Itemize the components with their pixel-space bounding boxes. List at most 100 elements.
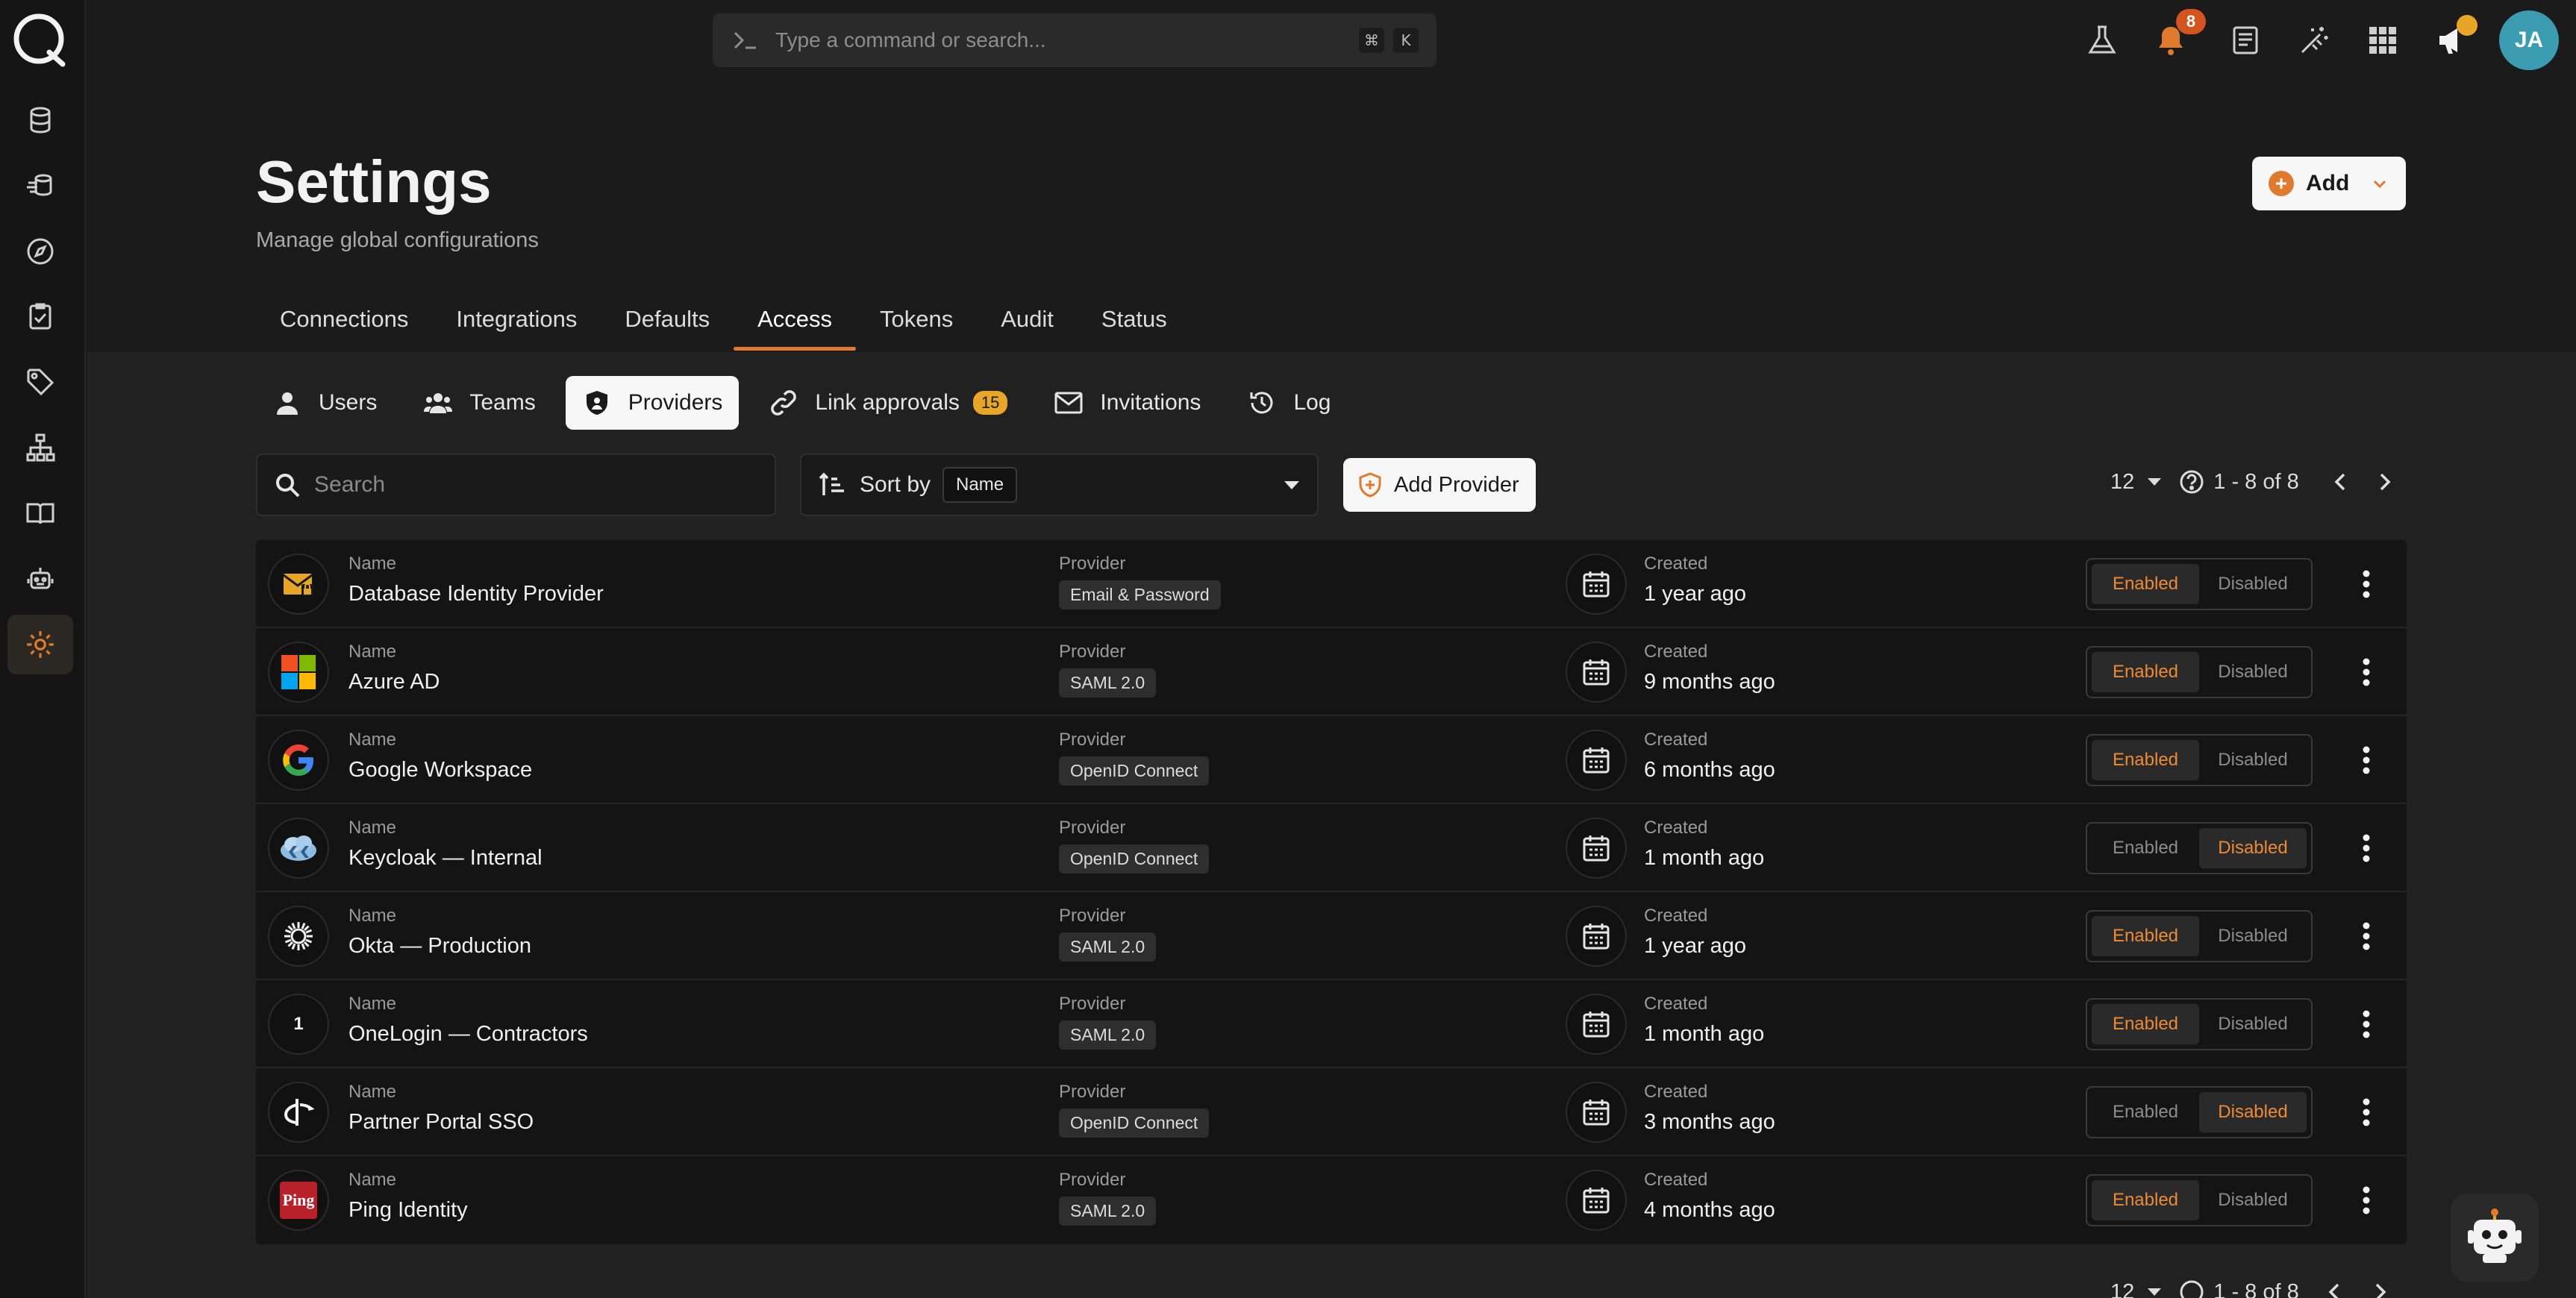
subtab-teams[interactable]: Teams bbox=[407, 376, 551, 430]
tab-defaults[interactable]: Defaults bbox=[601, 291, 734, 351]
subtab-providers[interactable]: Providers bbox=[565, 376, 740, 430]
table-row[interactable]: Name Google Workspace Provider OpenID Co… bbox=[256, 716, 2407, 804]
tab-status[interactable]: Status bbox=[1078, 291, 1191, 351]
tab-access[interactable]: Access bbox=[734, 291, 856, 351]
disabled-option[interactable]: Disabled bbox=[2199, 1180, 2307, 1220]
sidebar-item-pipelines[interactable] bbox=[7, 156, 73, 216]
add-provider-button[interactable]: Add Provider bbox=[1343, 458, 1536, 512]
settings-tabs: Connections Integrations Defaults Access… bbox=[256, 291, 1191, 351]
sidebar-item-explore[interactable] bbox=[7, 222, 73, 281]
provider-name: Google Workspace bbox=[348, 758, 533, 782]
gear-icon bbox=[25, 629, 56, 660]
enabled-option[interactable]: Enabled bbox=[2092, 652, 2199, 692]
calendar-icon bbox=[1566, 730, 1627, 791]
tab-connections[interactable]: Connections bbox=[256, 291, 432, 351]
created-label: Created bbox=[1644, 1082, 1708, 1102]
magic-wand-icon[interactable] bbox=[2296, 22, 2332, 58]
subtab-users[interactable]: Users bbox=[256, 376, 393, 430]
more-vertical-icon[interactable] bbox=[2348, 830, 2384, 866]
tab-tokens[interactable]: Tokens bbox=[856, 291, 977, 351]
sidebar-item-bots[interactable] bbox=[7, 549, 73, 609]
enabled-option[interactable]: Enabled bbox=[2092, 1092, 2199, 1132]
table-row[interactable]: Name Database Identity Provider Provider… bbox=[256, 540, 2407, 628]
table-row[interactable]: Name Azure AD Provider SAML 2.0 Created … bbox=[256, 628, 2407, 716]
enabled-option[interactable]: Enabled bbox=[2092, 1180, 2199, 1220]
page-range: 1 - 8 of 8 bbox=[2213, 1279, 2299, 1298]
search-input[interactable]: Search bbox=[256, 454, 776, 516]
disabled-option[interactable]: Disabled bbox=[2199, 652, 2307, 692]
user-avatar[interactable]: JA bbox=[2499, 10, 2559, 70]
enabled-option[interactable]: Enabled bbox=[2092, 564, 2199, 604]
disabled-option[interactable]: Disabled bbox=[2199, 564, 2307, 604]
ping-logo-text: Ping bbox=[282, 1191, 315, 1209]
enabled-option[interactable]: Enabled bbox=[2092, 1004, 2199, 1044]
disabled-option[interactable]: Disabled bbox=[2199, 1004, 2307, 1044]
subtab-label: Teams bbox=[469, 390, 536, 415]
chevron-right-icon[interactable] bbox=[2371, 1282, 2389, 1298]
chevron-left-icon[interactable] bbox=[2326, 467, 2356, 497]
more-vertical-icon[interactable] bbox=[2348, 742, 2384, 778]
enabled-option[interactable]: Enabled bbox=[2092, 916, 2199, 956]
sidebar-item-docs[interactable] bbox=[7, 483, 73, 543]
apps-grid-icon[interactable] bbox=[2365, 22, 2401, 58]
disabled-option[interactable]: Disabled bbox=[2199, 916, 2307, 956]
terminal-icon bbox=[731, 25, 760, 55]
pagination: 12 1 - 8 of 8 bbox=[2110, 463, 2399, 501]
command-search[interactable]: Type a command or search... ⌘ K bbox=[713, 13, 1437, 67]
table-row[interactable]: 1 Name OneLogin — Contractors Provider S… bbox=[256, 980, 2407, 1068]
pipeline-icon bbox=[25, 171, 55, 201]
more-vertical-icon[interactable] bbox=[2348, 1094, 2384, 1130]
chevron-down-icon bbox=[2370, 174, 2389, 193]
assistant-bot-button[interactable] bbox=[2451, 1194, 2539, 1282]
chevron-right-icon[interactable] bbox=[2369, 467, 2399, 497]
created-label: Created bbox=[1644, 906, 1708, 926]
table-row[interactable]: Ping Name Ping Identity Provider SAML 2.… bbox=[256, 1156, 2407, 1244]
sort-value: Name bbox=[942, 467, 1018, 503]
sidebar-item-hierarchy[interactable] bbox=[7, 418, 73, 477]
okta-logo bbox=[268, 906, 329, 967]
subtab-label: Invitations bbox=[1100, 390, 1201, 415]
created-value: 1 year ago bbox=[1644, 582, 1747, 606]
shortcut-key-k: K bbox=[1393, 28, 1419, 53]
subtab-log[interactable]: Log bbox=[1231, 376, 1347, 430]
more-vertical-icon[interactable] bbox=[2348, 918, 2384, 954]
table-row[interactable]: Name Okta — Production Provider SAML 2.0… bbox=[256, 892, 2407, 980]
more-vertical-icon[interactable] bbox=[2348, 566, 2384, 602]
chevron-left-icon[interactable] bbox=[2326, 1282, 2344, 1298]
app-logo[interactable] bbox=[10, 10, 69, 69]
table-row[interactable]: Name Partner Portal SSO Provider OpenID … bbox=[256, 1068, 2407, 1156]
flask-icon[interactable] bbox=[2084, 22, 2120, 58]
document-icon[interactable] bbox=[2228, 22, 2263, 58]
openid-logo bbox=[268, 1082, 329, 1143]
add-button[interactable]: Add bbox=[2252, 157, 2406, 210]
table-row[interactable]: Name Keycloak — Internal Provider OpenID… bbox=[256, 804, 2407, 892]
tab-audit[interactable]: Audit bbox=[977, 291, 1078, 351]
help-icon[interactable] bbox=[2179, 1279, 2204, 1298]
provider-name: Okta — Production bbox=[348, 934, 531, 958]
sidebar-item-tags[interactable] bbox=[7, 352, 73, 412]
caret-down-icon[interactable] bbox=[2146, 1287, 2163, 1297]
sort-select[interactable]: Sort by Name bbox=[800, 454, 1319, 516]
book-icon bbox=[25, 498, 55, 528]
page-size-value[interactable]: 12 bbox=[2110, 1280, 2134, 1298]
enabled-option[interactable]: Enabled bbox=[2092, 740, 2199, 780]
enabled-option[interactable]: Enabled bbox=[2092, 828, 2199, 868]
bottom-pagination: 12 1 - 8 of 8 bbox=[2110, 1277, 2389, 1298]
sidebar-item-checks[interactable] bbox=[7, 286, 73, 346]
more-vertical-icon[interactable] bbox=[2348, 1182, 2384, 1218]
disabled-option[interactable]: Disabled bbox=[2199, 740, 2307, 780]
subtab-label: Providers bbox=[628, 390, 723, 415]
more-vertical-icon[interactable] bbox=[2348, 1006, 2384, 1042]
tab-integrations[interactable]: Integrations bbox=[432, 291, 601, 351]
caret-down-icon[interactable] bbox=[2146, 477, 2163, 487]
subtab-invitations[interactable]: Invitations bbox=[1037, 376, 1217, 430]
sidebar-item-settings[interactable] bbox=[7, 615, 73, 674]
sidebar-item-database[interactable] bbox=[7, 90, 73, 150]
subtab-link-approvals[interactable]: Link approvals 15 bbox=[752, 376, 1024, 430]
disabled-option[interactable]: Disabled bbox=[2199, 1092, 2307, 1132]
page-size-value[interactable]: 12 bbox=[2110, 470, 2134, 495]
disabled-option[interactable]: Disabled bbox=[2199, 828, 2307, 868]
more-vertical-icon[interactable] bbox=[2348, 654, 2384, 690]
provider-label: Provider bbox=[1059, 730, 1126, 750]
help-icon[interactable] bbox=[2179, 469, 2204, 495]
